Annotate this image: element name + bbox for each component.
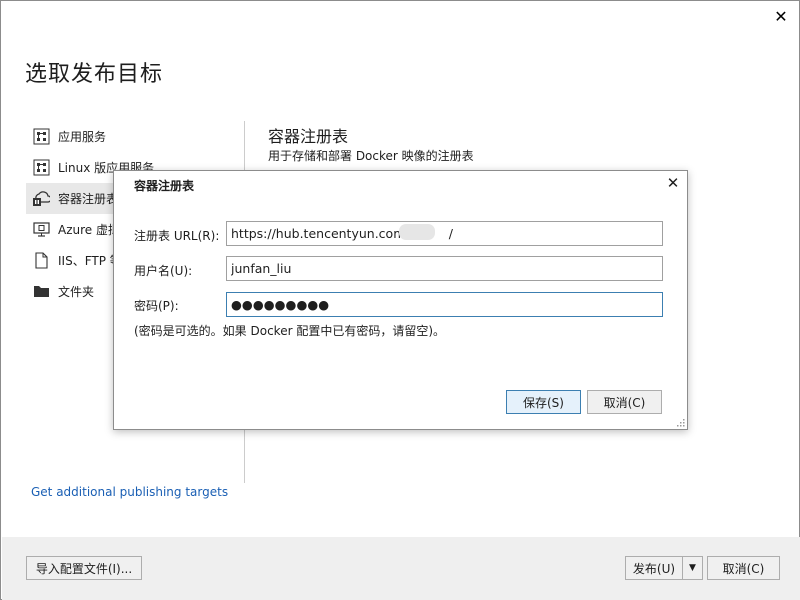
linux-app-service-icon bbox=[32, 159, 50, 177]
container-registry-icon bbox=[32, 190, 50, 208]
import-profile-button[interactable]: 导入配置文件(I)... bbox=[26, 556, 142, 580]
dialog-title: 容器注册表 bbox=[134, 179, 195, 193]
folder-icon bbox=[32, 283, 50, 301]
dialog-close-icon[interactable]: ✕ bbox=[665, 175, 681, 191]
cancel-button[interactable]: 取消(C) bbox=[707, 556, 780, 580]
app-service-icon bbox=[32, 128, 50, 146]
publish-button[interactable]: 发布(U) bbox=[625, 556, 682, 580]
window-close-button[interactable]: ✕ bbox=[773, 9, 789, 25]
registry-dialog: 容器注册表 ✕ 注册表 URL(R): 用户名(U): 密码(P): (密码是可… bbox=[113, 170, 688, 430]
resize-grip-icon[interactable] bbox=[675, 417, 685, 427]
file-icon bbox=[32, 252, 50, 270]
publish-dropdown-icon[interactable]: ▼ bbox=[682, 556, 703, 580]
detail-subtitle: 用于存储和部署 Docker 映像的注册表 bbox=[268, 149, 474, 163]
save-button[interactable]: 保存(S) bbox=[506, 390, 581, 414]
password-input[interactable] bbox=[226, 292, 663, 317]
username-input[interactable] bbox=[226, 256, 663, 281]
target-label: 容器注册表 bbox=[58, 192, 119, 206]
more-targets-link[interactable]: Get additional publishing targets bbox=[31, 485, 228, 499]
password-hint: (密码是可选的。如果 Docker 配置中已有密码，请留空)。 bbox=[134, 324, 446, 338]
username-label: 用户名(U): bbox=[134, 264, 193, 278]
registry-url-label: 注册表 URL(R): bbox=[134, 229, 220, 243]
footer-bar: 导入配置文件(I)... 发布(U) ▼ 取消(C) bbox=[2, 537, 800, 600]
page-title: 选取发布目标 bbox=[25, 62, 164, 87]
redaction-blur bbox=[399, 224, 435, 240]
detail-title: 容器注册表 bbox=[268, 127, 349, 146]
password-label: 密码(P): bbox=[134, 299, 179, 313]
target-item-app-service[interactable]: 应用服务 bbox=[26, 121, 244, 152]
target-label: 文件夹 bbox=[58, 285, 95, 299]
dialog-cancel-button[interactable]: 取消(C) bbox=[587, 390, 662, 414]
target-label: 应用服务 bbox=[58, 130, 107, 144]
virtual-machine-icon bbox=[32, 221, 50, 239]
registry-url-input[interactable] bbox=[226, 221, 663, 246]
